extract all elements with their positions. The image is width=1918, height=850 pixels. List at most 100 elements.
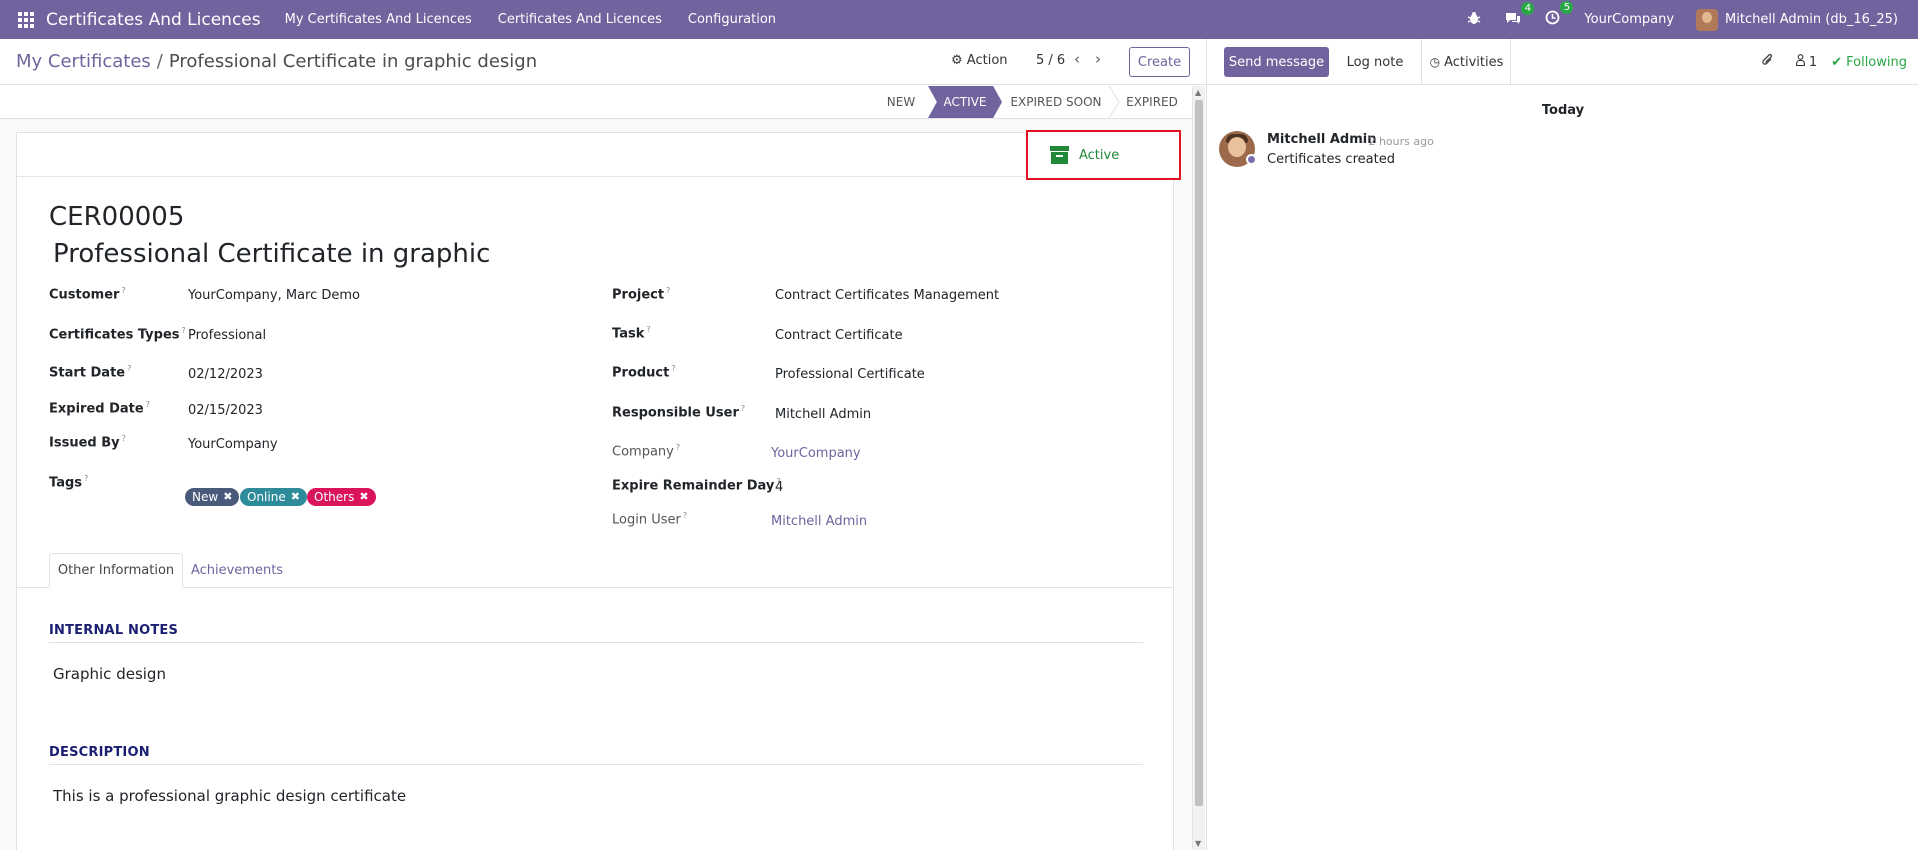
followers-button[interactable]: 1: [1795, 54, 1817, 70]
project-label: Project?: [612, 286, 671, 303]
paperclip-icon[interactable]: [1761, 53, 1774, 72]
responsible-user-label: Responsible User?: [612, 404, 746, 421]
stage-expired[interactable]: EXPIRED: [1114, 86, 1190, 118]
following-button[interactable]: ✔ Following: [1831, 55, 1907, 70]
status-bar: NEW ACTIVE EXPIRED SOON EXPIRED: [0, 86, 1196, 119]
company-link[interactable]: YourCompany: [771, 446, 861, 461]
pager-value[interactable]: 5 / 6: [1036, 53, 1065, 68]
responsible-user-field[interactable]: Mitchell Admin: [775, 407, 871, 422]
company-switcher[interactable]: YourCompany: [1584, 12, 1674, 27]
scroll-down-arrow-icon[interactable]: ▼: [1195, 839, 1201, 848]
active-smart-button[interactable]: Active: [1026, 130, 1181, 180]
chatter-actions: 1 ✔ Following: [1761, 39, 1907, 85]
section-divider: [49, 642, 1143, 643]
remove-tag-icon[interactable]: ✖: [291, 488, 300, 506]
action-button[interactable]: ⚙ Action: [951, 53, 1008, 68]
smart-button-box: Active: [17, 130, 1181, 180]
menu-configuration[interactable]: Configuration: [688, 12, 776, 27]
activities-badge: 5: [1560, 1, 1574, 14]
remove-tag-icon[interactable]: ✖: [223, 488, 232, 506]
menu-certificates[interactable]: Certificates And Licences: [498, 12, 662, 27]
internal-notes-field[interactable]: Graphic design: [53, 665, 166, 683]
user-name: Mitchell Admin (db_16_25): [1725, 12, 1898, 27]
tags-field[interactable]: New ✖ Online ✖ Others ✖: [185, 488, 505, 508]
notebook-tabs: Other Information Achievements: [17, 553, 1173, 588]
online-status-icon: [1246, 154, 1257, 165]
remove-tag-icon[interactable]: ✖: [359, 488, 368, 506]
certificate-types-label: Certificates Types?: [49, 326, 186, 343]
stage-expired-soon[interactable]: EXPIRED SOON: [1004, 86, 1108, 118]
archive-icon: [1050, 146, 1069, 164]
certificate-types-field[interactable]: Professional: [188, 328, 266, 343]
chevron-left-icon[interactable]: ‹: [1074, 50, 1080, 68]
scroll-thumb[interactable]: [1195, 100, 1203, 806]
chatter-topbar: Send message Log note ◷ Activities 1 ✔ Fo…: [1207, 39, 1918, 85]
messages-badge: 4: [1521, 1, 1535, 15]
customer-field[interactable]: YourCompany, Marc Demo: [188, 288, 360, 303]
control-panel: My Certificates / Professional Certificate…: [0, 39, 1207, 85]
product-field[interactable]: Professional Certificate: [775, 367, 925, 382]
login-user-label: Login User?: [612, 511, 688, 528]
tab-other-information[interactable]: Other Information: [49, 553, 183, 588]
expired-date-label: Expired Date?: [49, 400, 150, 417]
record-reference: CER00005: [49, 202, 185, 232]
chatter-panel: Send message Log note ◷ Activities 1 ✔ Fo…: [1206, 39, 1918, 850]
user-avatar: [1696, 8, 1719, 31]
check-icon: ✔: [1831, 54, 1843, 70]
expire-remainder-day-label: Expire Remainder Day?: [612, 477, 781, 494]
product-label: Product?: [612, 364, 676, 381]
customer-label: Customer?: [49, 286, 126, 303]
form-scrollbar[interactable]: ▲ ▼: [1192, 86, 1205, 850]
tags-label: Tags?: [49, 474, 89, 491]
create-button[interactable]: Create: [1129, 47, 1190, 77]
start-date-label: Start Date?: [49, 364, 132, 381]
activities-label: Activities: [1444, 54, 1504, 70]
menu-my-certificates[interactable]: My Certificates And Licences: [285, 12, 472, 27]
send-message-button[interactable]: Send message: [1224, 47, 1329, 77]
breadcrumb-parent[interactable]: My Certificates: [16, 51, 151, 72]
stage-active[interactable]: ACTIVE: [928, 86, 1002, 118]
app-title[interactable]: Certificates And Licences: [46, 10, 261, 30]
breadcrumb-separator: /: [156, 51, 163, 72]
expire-remainder-day-field[interactable]: 4: [775, 480, 783, 495]
company-label: Company?: [612, 443, 681, 460]
message-body: Certificates created: [1267, 152, 1395, 167]
expired-date-field[interactable]: 02/15/2023: [188, 403, 263, 418]
internal-notes-title: INTERNAL NOTES: [49, 623, 179, 638]
record-name-field[interactable]: Professional Certificate in graphic: [53, 239, 490, 269]
top-navbar: Certificates And Licences My Certificate…: [0, 0, 1918, 39]
project-field[interactable]: Contract Certificates Management: [775, 288, 999, 303]
user-menu[interactable]: Mitchell Admin (db_16_25): [1696, 8, 1898, 31]
active-smart-button-label: Active: [1079, 147, 1120, 163]
apps-menu-icon[interactable]: [18, 11, 34, 28]
form-area: Active CER00005 Professional Certificate…: [0, 119, 1196, 850]
tag-online: Online ✖: [240, 488, 307, 506]
issued-by-field[interactable]: YourCompany: [188, 437, 278, 452]
description-field[interactable]: This is a professional graphic design ce…: [53, 787, 406, 805]
clock-icon: ◷: [1429, 55, 1441, 69]
messages-icon[interactable]: 4: [1505, 1, 1535, 29]
debug-icon[interactable]: [1467, 11, 1481, 29]
issued-by-label: Issued By?: [49, 434, 126, 451]
task-field[interactable]: Contract Certificate: [775, 328, 903, 343]
activities-button[interactable]: ◷ Activities: [1423, 39, 1511, 85]
stage-new[interactable]: NEW: [878, 86, 924, 118]
log-note-button[interactable]: Log note: [1329, 39, 1422, 85]
user-icon: [1795, 54, 1805, 67]
breadcrumb: My Certificates / Professional Certificate…: [16, 51, 537, 72]
chevron-right-icon[interactable]: ›: [1095, 50, 1101, 68]
section-divider: [49, 764, 1143, 765]
message-date: - 2 hours ago: [1361, 135, 1434, 148]
date-separator: Today: [1541, 103, 1585, 118]
task-label: Task?: [612, 325, 651, 342]
gear-icon: ⚙: [951, 53, 963, 68]
tab-achievements[interactable]: Achievements: [189, 553, 285, 588]
tag-new: New ✖: [185, 488, 240, 506]
action-label: Action: [966, 53, 1008, 68]
scroll-up-arrow-icon[interactable]: ▲: [1195, 88, 1201, 97]
following-label: Following: [1846, 54, 1907, 70]
start-date-field[interactable]: 02/12/2023: [188, 367, 263, 382]
activities-clock-icon[interactable]: 5: [1545, 1, 1574, 29]
login-user-link[interactable]: Mitchell Admin: [771, 514, 867, 529]
description-title: DESCRIPTION: [49, 745, 150, 760]
